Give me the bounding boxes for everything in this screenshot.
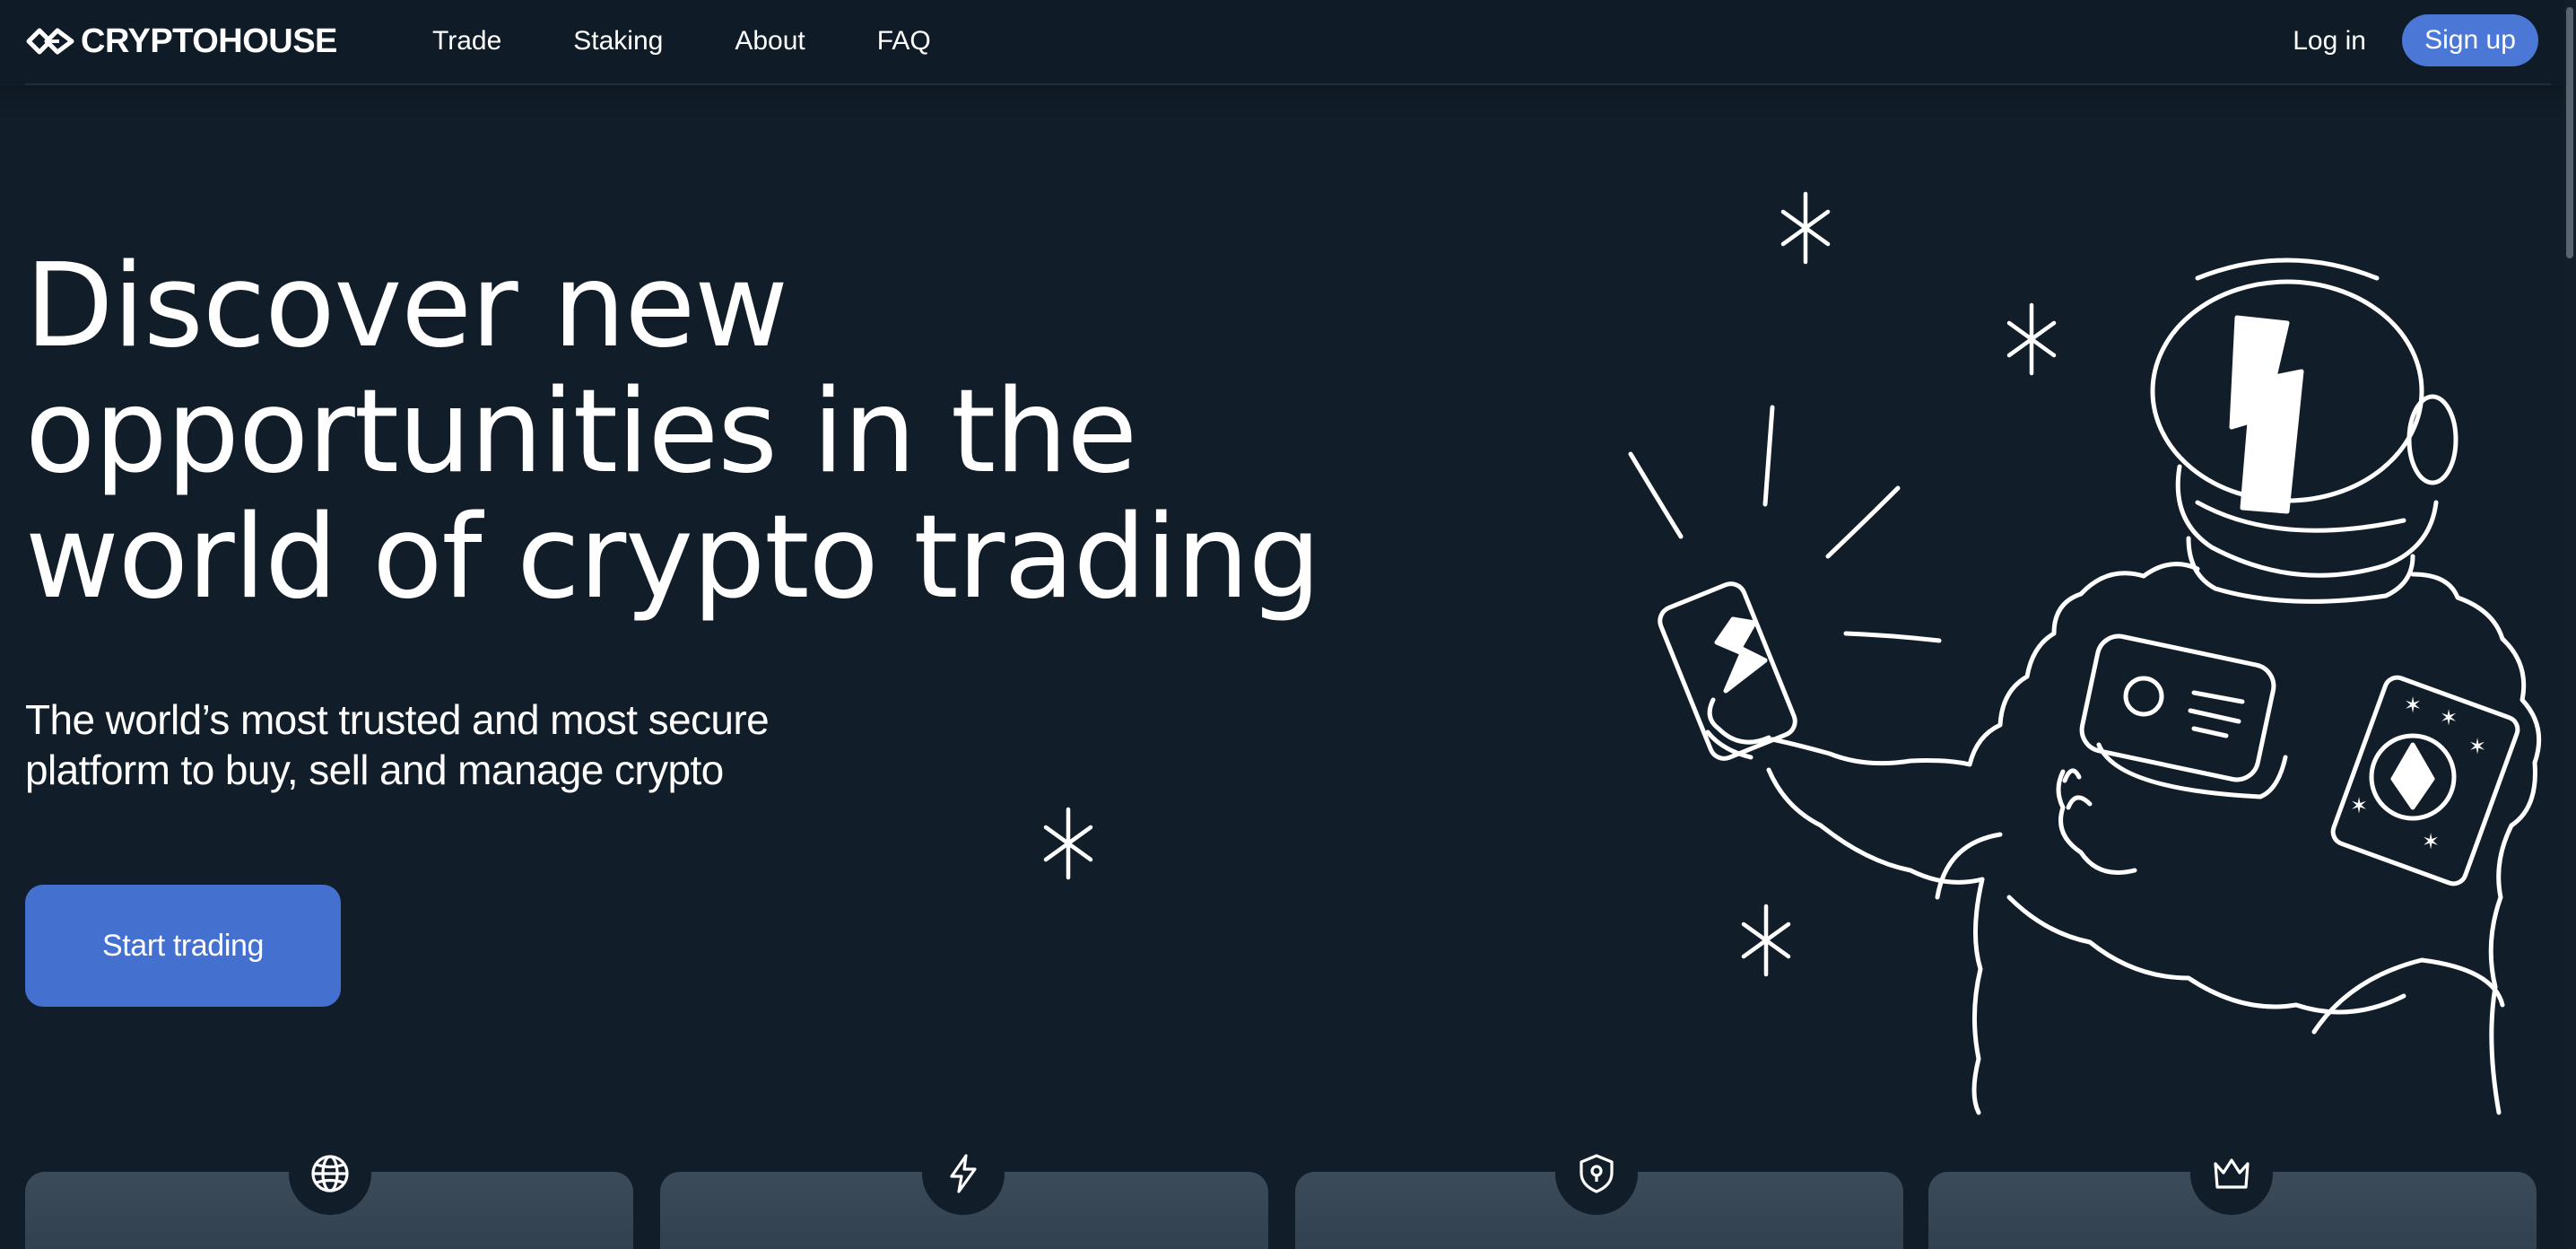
svg-text:✶: ✶: [2404, 693, 2422, 718]
hero-title: Discover new opportunities in the world …: [25, 244, 1532, 621]
globe-icon: [311, 1155, 349, 1192]
logo[interactable]: CRYPTOHOUSE: [25, 22, 337, 61]
hero-title-line: world of crypto trading: [25, 491, 1321, 624]
header-shadow: [0, 85, 2576, 121]
feature-badge: [922, 1132, 1005, 1215]
signup-button[interactable]: Sign up: [2402, 14, 2538, 66]
hero-subtitle-line: The world’s most trusted and most secure: [25, 696, 770, 743]
logo-text: CRYPTOHOUSE: [81, 22, 337, 60]
shield-icon: [1580, 1154, 1614, 1193]
nav-trade[interactable]: Trade: [432, 23, 501, 59]
nav-staking[interactable]: Staking: [573, 23, 663, 59]
header: CRYPTOHOUSE Trade Staking About FAQ Log …: [0, 0, 2576, 84]
start-trading-button[interactable]: Start trading: [25, 885, 341, 1007]
lightning-icon: [950, 1154, 977, 1193]
sparkle-icon: [1043, 807, 1093, 880]
nav-faq[interactable]: FAQ: [877, 23, 931, 59]
feature-badge: [1555, 1132, 1638, 1215]
crown-icon: [2214, 1158, 2250, 1189]
logo-icon: [26, 28, 74, 55]
hero-title-line: opportunities in the: [25, 365, 1137, 499]
hero-subtitle: The world’s most trusted and most secure…: [25, 694, 850, 795]
scrollbar-thumb[interactable]: [2566, 7, 2573, 258]
hero-title-line: Discover new: [25, 240, 788, 373]
svg-text:✶: ✶: [2350, 793, 2368, 818]
login-link[interactable]: Log in: [2293, 23, 2366, 59]
astronaut-illustration: ✶ ✶ ✶ ✶ ✶: [1628, 258, 2542, 1115]
feature-badge: [289, 1132, 371, 1215]
page: CRYPTOHOUSE Trade Staking About FAQ Log …: [0, 0, 2576, 1249]
svg-text:✶: ✶: [2440, 705, 2458, 730]
main-nav: Trade Staking About FAQ: [432, 23, 1003, 59]
svg-text:✶: ✶: [2468, 734, 2486, 759]
feature-badge: [2190, 1132, 2273, 1215]
hero-subtitle-line: platform to buy, sell and manage crypto: [25, 747, 724, 793]
svg-text:✶: ✶: [2422, 829, 2440, 854]
nav-about[interactable]: About: [735, 23, 805, 59]
